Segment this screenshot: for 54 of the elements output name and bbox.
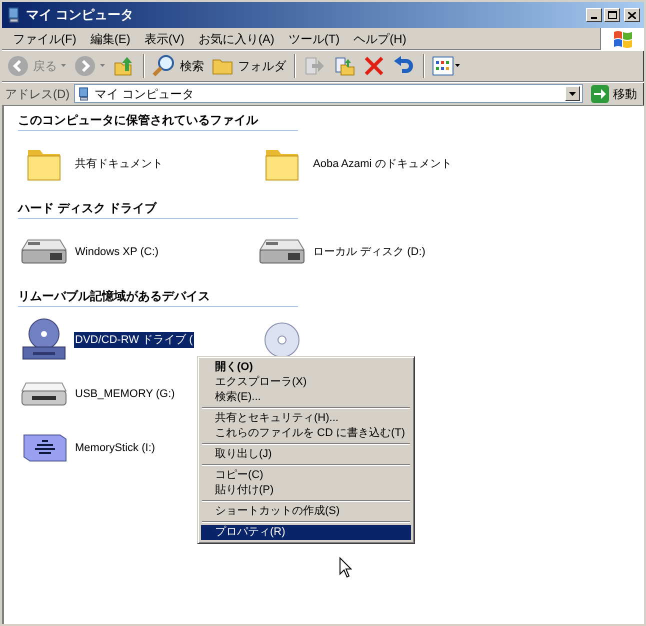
arrow-right-icon [591, 84, 609, 102]
minimize-icon [591, 17, 597, 19]
menu-item[interactable]: ツール(T) [281, 28, 347, 50]
close-icon [628, 12, 636, 18]
menu-item[interactable]: 編集(E) [83, 28, 138, 50]
context-menu-item[interactable]: コピー(C) [201, 468, 412, 483]
context-menu-item[interactable]: 共有とセキュリティ(H)... [201, 411, 412, 426]
context-menu-item[interactable]: これらのファイルを CD に書き込む(T) [201, 426, 412, 441]
context-menu-item[interactable]: 取り出し(J) [201, 447, 412, 462]
copy-to-icon [333, 54, 355, 76]
maximize-icon [608, 11, 616, 19]
computer-icon [76, 86, 91, 100]
go-button[interactable]: 移動 [587, 84, 641, 104]
x-mark-icon [363, 54, 385, 76]
item-label[interactable]: ローカル ディスク (D:) [312, 244, 426, 260]
context-menu-item[interactable]: ショートカットの作成(S) [201, 504, 412, 519]
removable-drive-icon[interactable] [20, 380, 68, 408]
context-menu-item[interactable]: プロパティ(R) [201, 525, 412, 540]
search-button[interactable]: 検索 [150, 52, 206, 78]
windows-flag-icon [612, 30, 632, 48]
maximize-button[interactable] [604, 8, 620, 22]
window-title: マイ コンピュータ [26, 6, 135, 24]
context-menu-item[interactable]: 検索(E)... [201, 390, 412, 405]
menu-item[interactable]: お気に入り(A) [191, 28, 282, 50]
item-label[interactable]: Windows XP (C:) [74, 244, 160, 260]
dropdown-button[interactable] [565, 86, 580, 101]
caret-icon [61, 64, 66, 67]
item-label[interactable]: 共有ドキュメント [74, 156, 164, 172]
magnifier-icon [152, 54, 176, 78]
context-menu-item[interactable]: 開く(O) [201, 360, 412, 375]
item-label[interactable]: USB_MEMORY (G:) [74, 386, 176, 402]
close-button[interactable] [624, 8, 640, 22]
folder-up-icon [113, 54, 135, 76]
item-label[interactable]: DVD/CD-RW ドライブ ( [74, 332, 194, 348]
caret-icon [569, 92, 576, 96]
address-label: アドレス(D) [5, 86, 70, 102]
menu-item[interactable]: 表示(V) [137, 28, 192, 50]
section-header: ハード ディスク ドライブ [18, 197, 298, 219]
section-header: このコンピュータに保管されているファイル [18, 109, 298, 131]
item-label[interactable]: Aoba Azami のドキュメント [312, 156, 453, 172]
context-menu-item[interactable]: 貼り付け(P) [201, 483, 412, 498]
item-label[interactable]: MemoryStick (I:) [74, 440, 156, 456]
caret-icon [100, 64, 105, 67]
move-to-icon [303, 54, 325, 76]
mouse-cursor-icon [339, 557, 352, 578]
minimize-button[interactable] [586, 8, 602, 22]
views-grid-icon [432, 56, 462, 76]
folders-button[interactable]: フォルダ [210, 52, 288, 78]
address-field[interactable]: マイ コンピュータ [74, 84, 583, 103]
context-menu-item[interactable]: エクスプローラ(X) [201, 375, 412, 390]
menu-item[interactable]: ヘルプ(H) [346, 28, 414, 50]
menu-item[interactable]: ファイル(F) [6, 28, 84, 50]
section-header: リムーバブル記憶域があるデバイス [18, 285, 298, 307]
address-value: マイ コンピュータ [94, 86, 196, 102]
